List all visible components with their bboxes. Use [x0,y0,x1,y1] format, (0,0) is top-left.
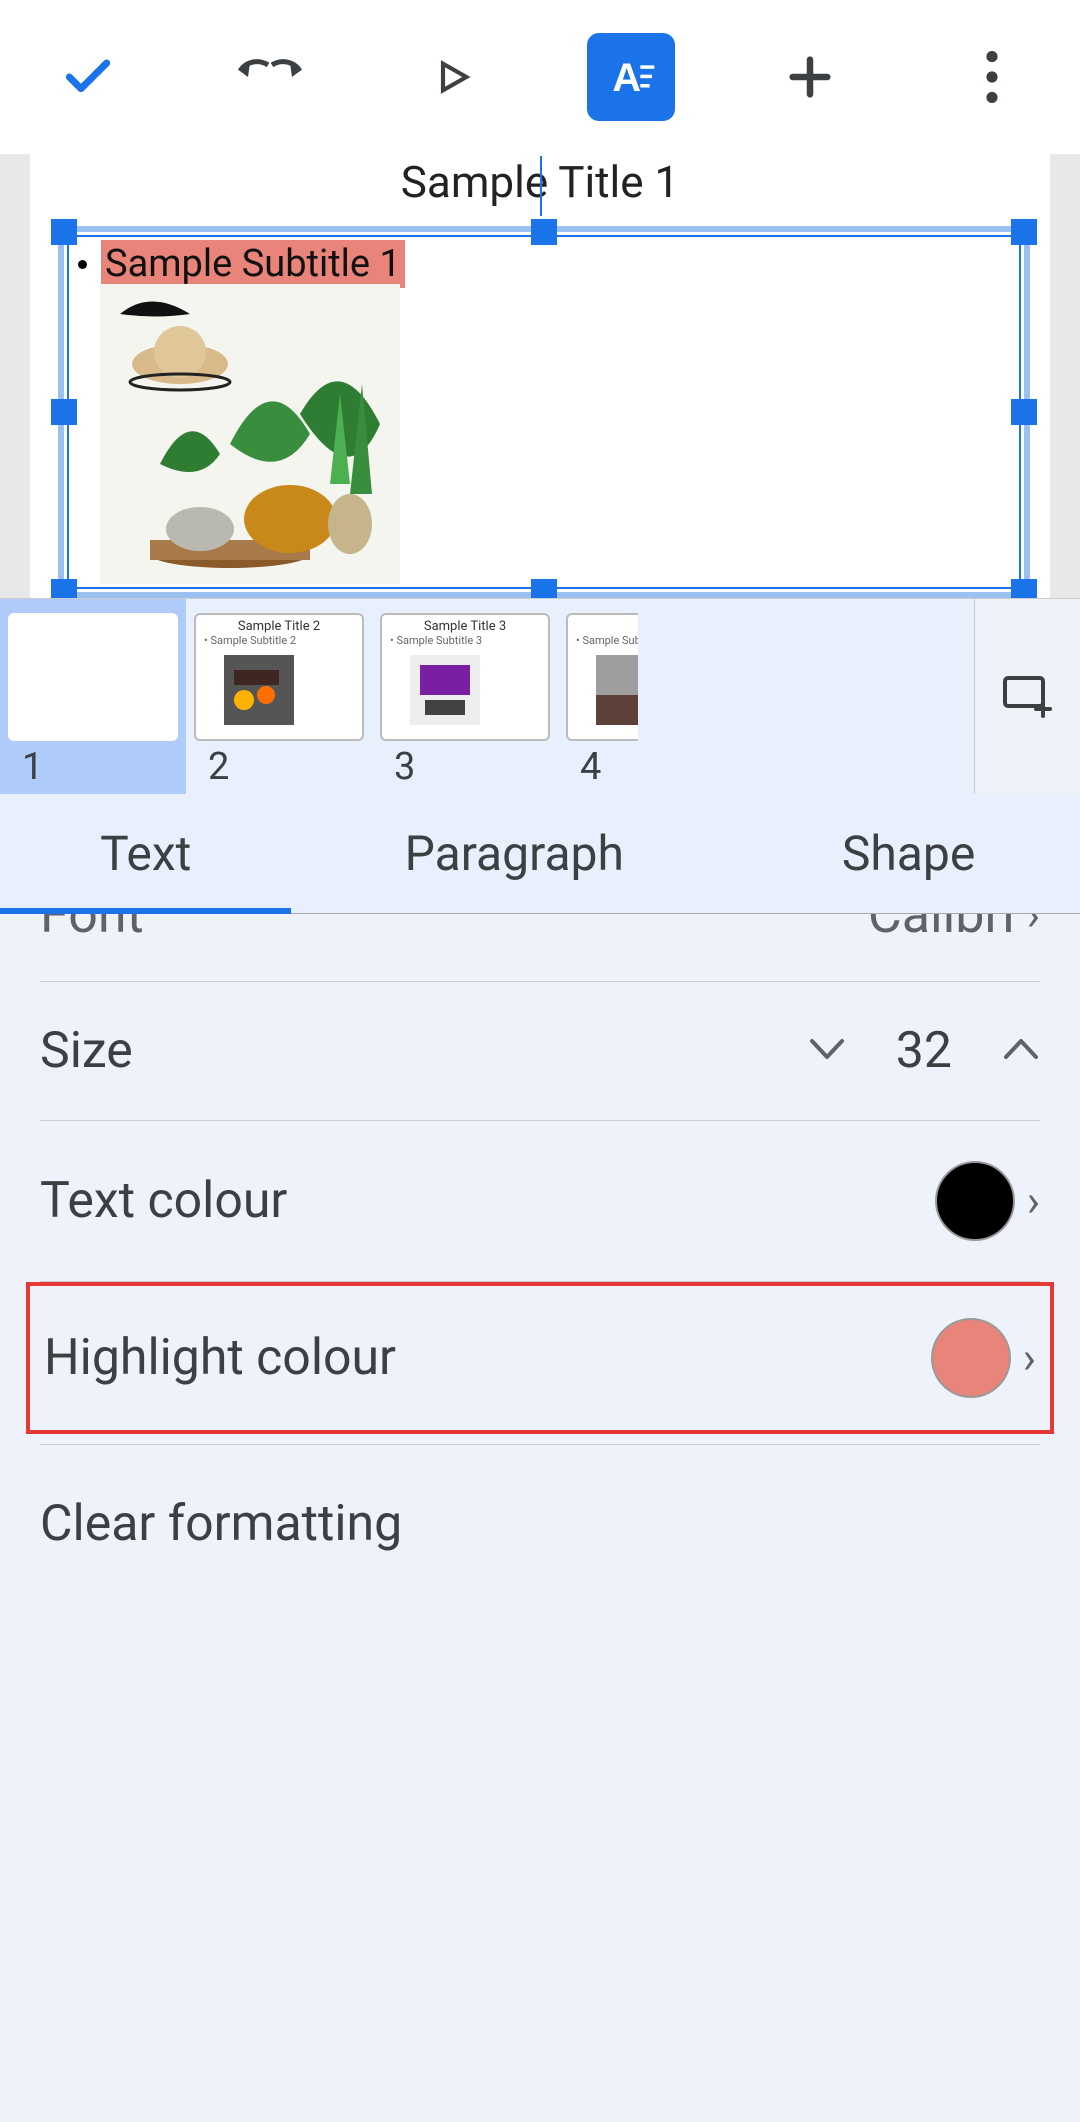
slide-subtitle-row[interactable]: Sample Subtitle 1 [78,240,405,288]
tab-text[interactable]: Text [0,794,291,913]
resize-handle[interactable] [51,219,77,245]
font-value: Calibri [868,914,1015,945]
current-slide[interactable]: Sample Title 1 Sample Subtitle 1 [30,154,1050,598]
slide-image-placeholder[interactable] [100,284,400,584]
top-toolbar: A [0,0,1080,154]
slide-thumb-4[interactable]: S Sample Subtit 4 [558,599,638,794]
clear-formatting-label: Clear formatting [40,1495,402,1553]
chevron-right-icon: › [1027,914,1040,941]
font-row[interactable]: Font Calibri › [40,914,1040,982]
thumb-title: Sample Title 2 [196,615,362,634]
slide-thumb-1[interactable]: 1 [0,599,186,794]
chevron-right-icon: › [1023,1332,1036,1384]
text-color-swatch [935,1161,1015,1241]
tab-shape[interactable]: Shape [737,794,1080,913]
thumb-number: 2 [194,741,229,789]
slide-filmstrip: 1 Sample Title 2 Sample Subtitle 2 2 Sam… [0,598,1080,794]
thumb-number: 4 [566,741,601,789]
thumb-number: 1 [8,741,43,789]
text-format-panel: Font Calibri › Size 32 Text colour › Hig… [0,914,1080,2122]
text-format-button[interactable]: A [587,33,675,121]
resize-handle[interactable] [1011,219,1037,245]
highlight-color-row-callout: Highlight colour › [26,1282,1054,1434]
highlight-color-row[interactable]: Highlight colour › [44,1318,1036,1398]
undo-redo-button[interactable] [222,29,318,125]
slide-thumb-3[interactable]: Sample Title 3 Sample Subtitle 3 3 [372,599,558,794]
format-tabs: Text Paragraph Shape [0,794,1080,914]
resize-handle[interactable] [51,399,77,425]
text-cursor [540,156,542,216]
resize-handle[interactable] [531,579,557,598]
highlight-color-label: Highlight colour [44,1329,396,1387]
overflow-menu-button[interactable] [944,29,1040,125]
size-increase-button[interactable] [1002,1037,1040,1065]
slide-subtitle[interactable]: Sample Subtitle 1 [101,240,405,288]
resize-handle[interactable] [1011,399,1037,425]
thumb-title: S [568,615,638,634]
size-row: Size 32 [40,982,1040,1121]
resize-handle[interactable] [51,579,77,598]
size-value: 32 [896,1022,952,1080]
present-button[interactable] [405,29,501,125]
thumb-subtitle: Sample Subtit [568,634,638,647]
text-color-label: Text colour [40,1172,287,1230]
highlight-color-swatch [931,1318,1011,1398]
tab-paragraph[interactable]: Paragraph [291,794,737,913]
size-label: Size [40,1022,133,1080]
bullet-icon [78,260,87,269]
slide-canvas-area: Sample Title 1 Sample Subtitle 1 [0,154,1080,598]
thumb-number: 3 [380,741,415,789]
confirm-button[interactable] [40,29,136,125]
resize-handle[interactable] [1011,579,1037,598]
size-decrease-button[interactable] [808,1037,846,1065]
thumb-title: Sample Title 3 [382,615,548,634]
add-slide-button[interactable] [974,599,1080,794]
slide-thumb-2[interactable]: Sample Title 2 Sample Subtitle 2 2 [186,599,372,794]
thumb-subtitle: Sample Subtitle 3 [382,634,548,647]
text-color-row[interactable]: Text colour › [40,1121,1040,1282]
thumb-subtitle: Sample Subtitle 2 [196,634,362,647]
clear-formatting-row[interactable]: Clear formatting [40,1445,1040,1603]
chevron-right-icon: › [1027,1175,1040,1227]
resize-handle[interactable] [531,219,557,245]
add-button[interactable] [762,29,858,125]
font-label: Font [40,914,144,945]
svg-text:A: A [613,56,642,100]
